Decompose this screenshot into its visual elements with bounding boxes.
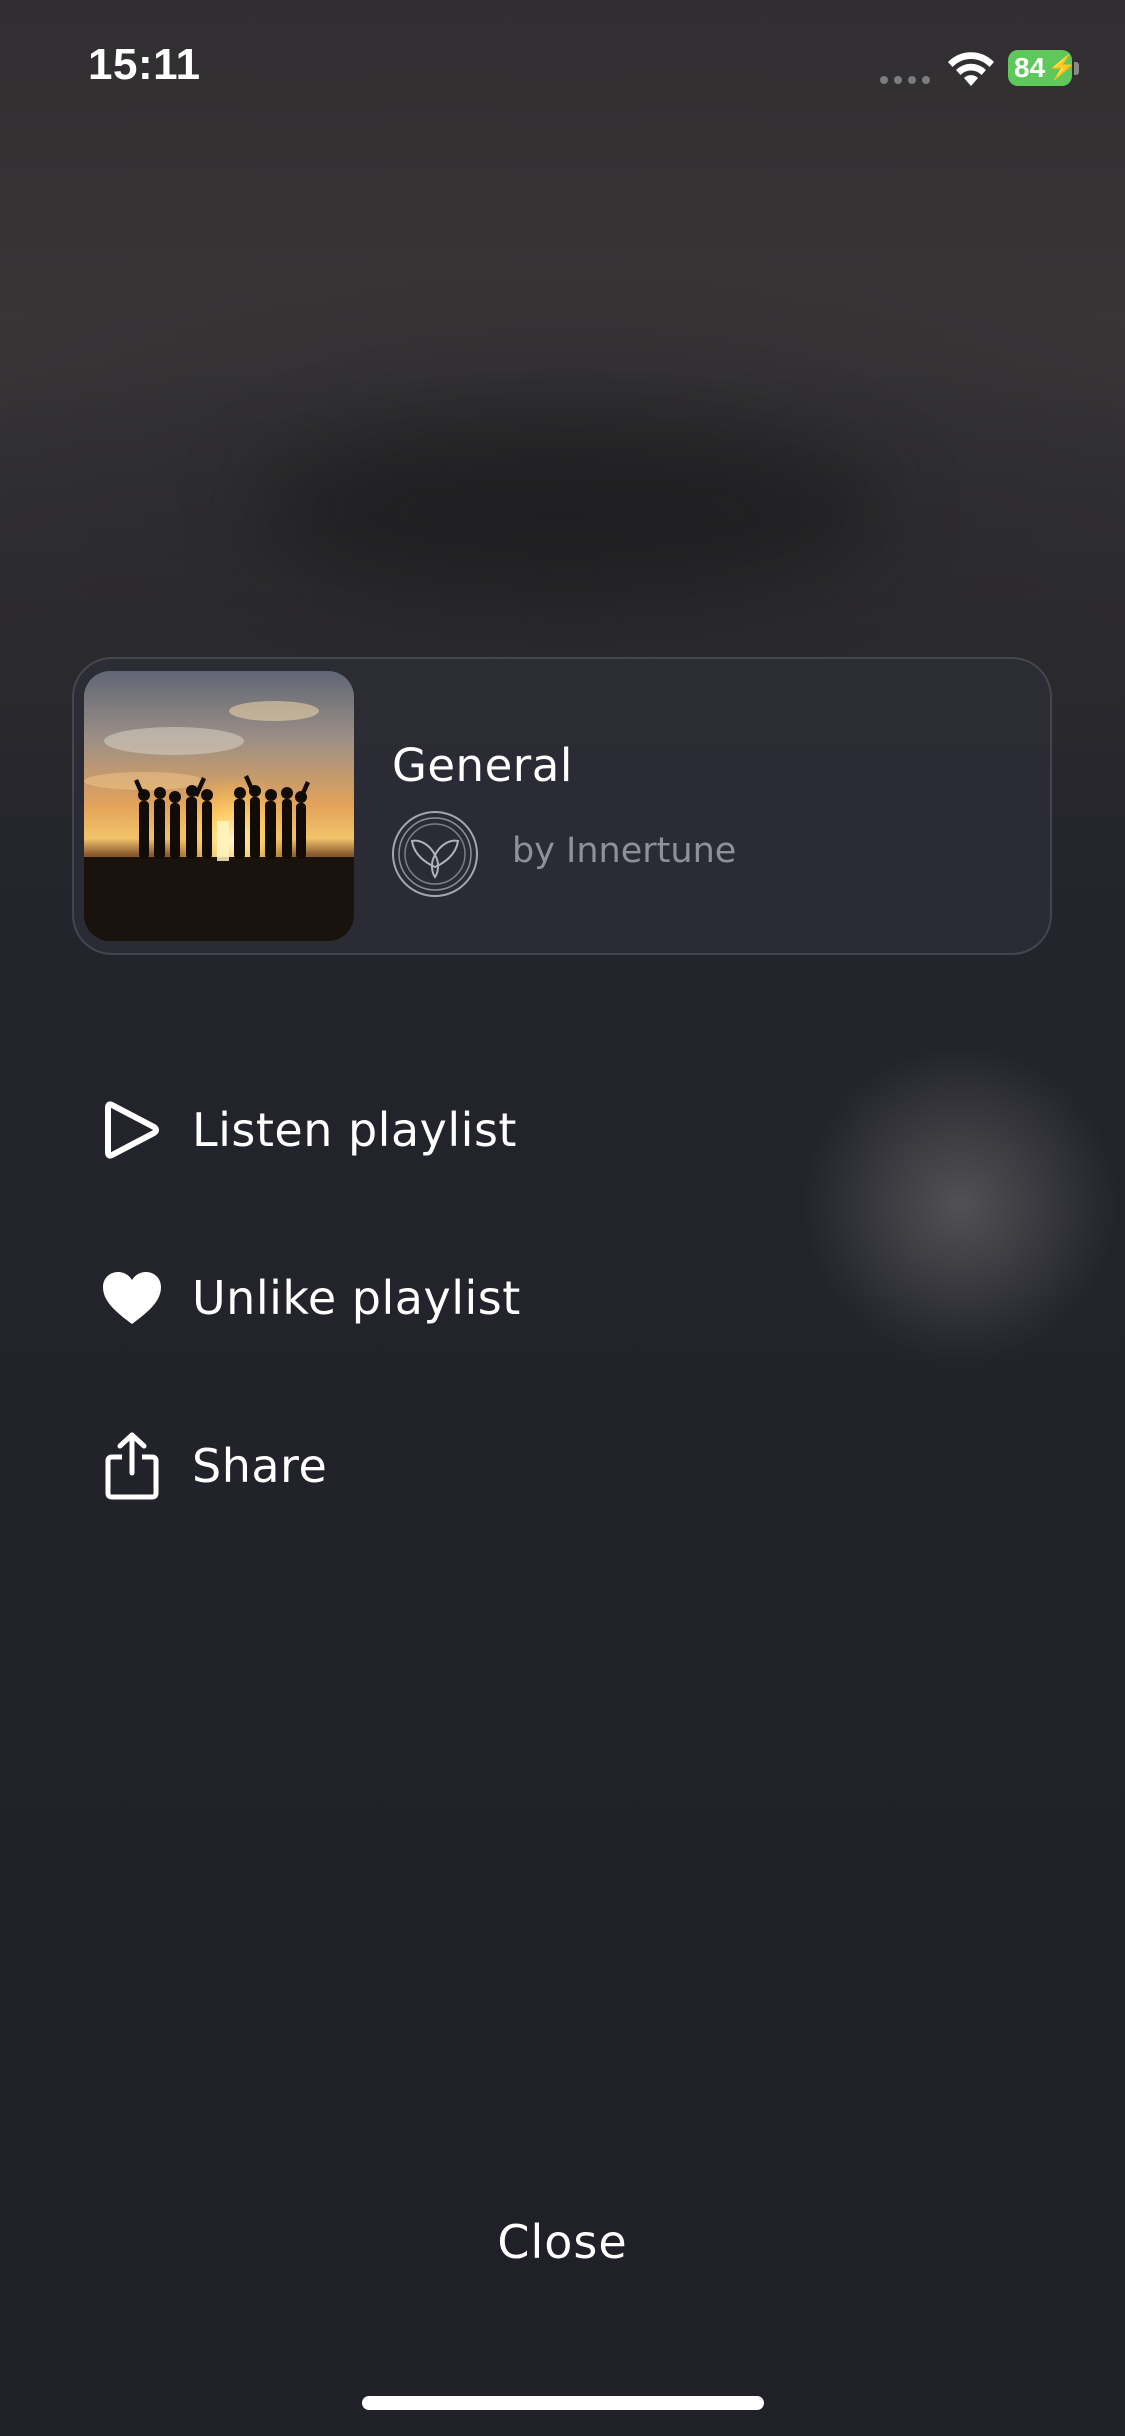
unlike-playlist-button[interactable]: Unlike playlist [100, 1258, 521, 1338]
wifi-icon [948, 52, 994, 86]
blurred-background [0, 0, 1125, 2436]
play-icon [100, 1098, 164, 1162]
close-button[interactable]: Close [0, 2215, 1125, 2269]
background-blur-blob [260, 420, 880, 600]
status-time: 15:11 [88, 40, 201, 89]
cellular-signal-icon [880, 76, 930, 84]
share-label: Share [192, 1439, 328, 1493]
innertune-logo-icon [392, 811, 478, 897]
share-button[interactable]: Share [100, 1426, 327, 1506]
listen-playlist-label: Listen playlist [192, 1103, 517, 1157]
home-indicator[interactable] [362, 2396, 764, 2410]
playlist-card: General by Innertune [72, 657, 1052, 955]
charging-bolt-icon: ⚡ [1047, 54, 1078, 81]
battery-cap [1074, 62, 1079, 75]
playlist-title: General [392, 739, 573, 792]
status-bar: 15:11 84 ⚡ [0, 0, 1125, 140]
battery-level: 84 [1014, 52, 1046, 83]
playlist-author: by Innertune [512, 831, 737, 871]
share-icon [100, 1432, 164, 1500]
listen-playlist-button[interactable]: Listen playlist [100, 1090, 517, 1170]
unlike-playlist-label: Unlike playlist [192, 1271, 521, 1325]
battery-indicator: 84 ⚡ [1008, 50, 1077, 86]
playlist-thumbnail [84, 671, 354, 941]
sunset-group-photo-icon [84, 671, 354, 941]
heart-icon [100, 1266, 164, 1330]
